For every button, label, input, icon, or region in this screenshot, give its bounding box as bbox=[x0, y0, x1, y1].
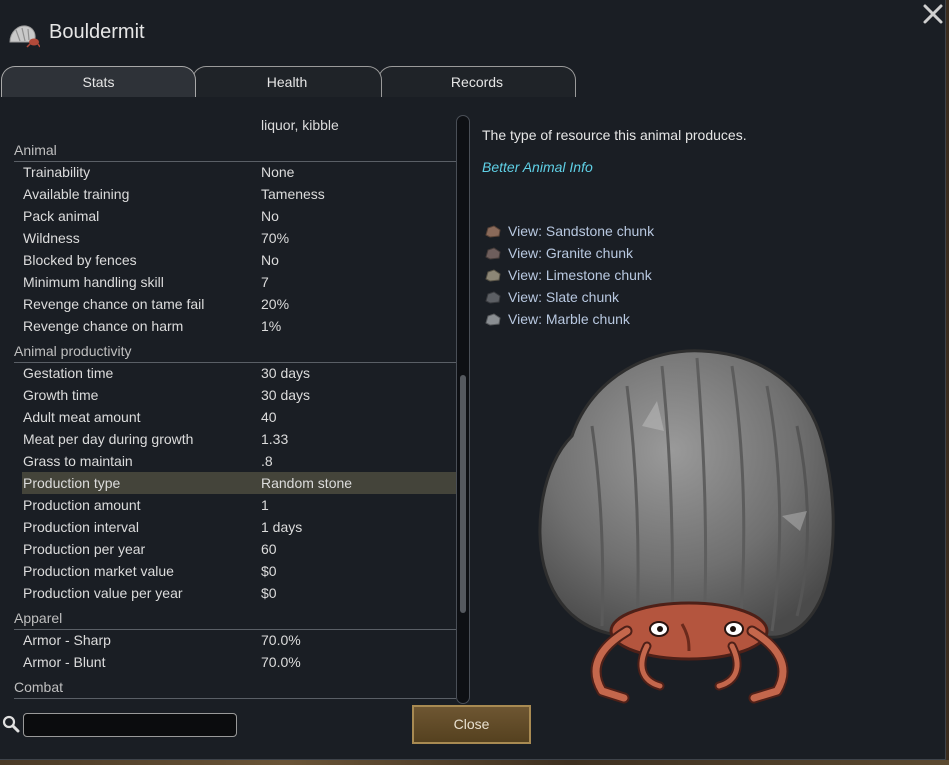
link-label: View: Sandstone chunk bbox=[508, 223, 655, 239]
stat-row[interactable]: Production market value $0 bbox=[22, 560, 456, 582]
tab-stats[interactable]: Stats bbox=[1, 66, 196, 97]
category-apparel: Apparel bbox=[14, 608, 456, 630]
link-label: View: Granite chunk bbox=[508, 245, 634, 261]
stat-label: Production interval bbox=[23, 519, 139, 535]
category-animal: Animal bbox=[14, 140, 456, 162]
stat-label: Adult meat amount bbox=[23, 409, 141, 425]
stat-value: 70.0% bbox=[261, 632, 301, 648]
tab-health[interactable]: Health bbox=[192, 66, 382, 97]
stat-value: Random stone bbox=[261, 475, 353, 491]
stat-label: Available training bbox=[23, 186, 130, 202]
stat-row[interactable]: Wildness 70% bbox=[22, 227, 456, 249]
stat-label: Production value per year bbox=[23, 585, 183, 601]
stat-row[interactable]: Grass to maintain .8 bbox=[22, 450, 456, 472]
stat-label: Gestation time bbox=[23, 365, 114, 381]
stat-label: Meat per day during growth bbox=[23, 431, 194, 447]
stat-value: 30 days bbox=[261, 387, 311, 403]
stat-row[interactable]: Production amount 1 bbox=[22, 494, 456, 516]
link-label: View: Slate chunk bbox=[508, 289, 620, 305]
window-title: Bouldermit bbox=[49, 21, 145, 43]
stat-row[interactable]: Production interval 1 days bbox=[22, 516, 456, 538]
stat-row[interactable]: Available training Tameness bbox=[22, 183, 456, 205]
stat-row[interactable]: Gestation time 30 days bbox=[22, 362, 456, 384]
bouldermit-icon bbox=[9, 25, 40, 48]
stat-value: $0 bbox=[261, 563, 277, 579]
stat-value: 1.33 bbox=[261, 431, 289, 447]
stat-label: Blocked by fences bbox=[23, 252, 137, 268]
marble-chunk-icon bbox=[485, 313, 501, 326]
stat-label: Armor - Blunt bbox=[23, 654, 106, 670]
stat-row[interactable]: Adult meat amount 40 bbox=[22, 406, 456, 428]
category-combat: Combat bbox=[14, 677, 456, 699]
stat-label: Production type bbox=[23, 475, 121, 491]
link-label: View: Limestone chunk bbox=[508, 267, 652, 283]
stat-value: Tameness bbox=[261, 186, 325, 202]
link-label: View: Marble chunk bbox=[508, 311, 630, 327]
stat-label: Production amount bbox=[23, 497, 141, 513]
scrollbar-thumb[interactable] bbox=[460, 375, 466, 613]
stat-row[interactable]: Revenge chance on harm 1% bbox=[22, 315, 456, 337]
stat-label: Growth time bbox=[23, 387, 99, 403]
slate-chunk-icon bbox=[485, 291, 501, 304]
stat-row[interactable]: Pack animal No bbox=[22, 205, 456, 227]
sandstone-chunk-icon bbox=[485, 225, 501, 238]
stat-row[interactable]: Meat per day during growth 1.33 bbox=[22, 428, 456, 450]
info-window: Bouldermit Stats Health Records liquor, … bbox=[0, 0, 946, 760]
tab-records[interactable]: Records bbox=[378, 66, 576, 97]
stat-value: 1 days bbox=[261, 519, 303, 535]
stat-value: None bbox=[261, 164, 295, 180]
stat-value: 7 bbox=[261, 274, 269, 290]
close-icon[interactable] bbox=[920, 1, 946, 27]
stat-row-selected[interactable]: Production type Random stone bbox=[22, 472, 456, 494]
stat-label: Wildness bbox=[23, 230, 80, 246]
stat-label: Revenge chance on harm bbox=[23, 318, 184, 334]
stat-value: .8 bbox=[261, 453, 273, 469]
stat-label: Grass to maintain bbox=[23, 453, 133, 469]
stat-label: Production per year bbox=[23, 541, 146, 557]
stat-label: Minimum handling skill bbox=[23, 274, 164, 290]
stat-value: $0 bbox=[261, 585, 277, 601]
stat-value: No bbox=[261, 252, 279, 268]
stat-value: 70.0% bbox=[261, 654, 301, 670]
search-input[interactable] bbox=[23, 713, 237, 737]
category-animal-productivity: Animal productivity bbox=[14, 341, 456, 363]
stat-row[interactable]: Armor - Sharp 70.0% bbox=[22, 629, 456, 651]
better-animal-info-link[interactable]: Better Animal Info bbox=[482, 159, 593, 175]
stat-label: Production market value bbox=[23, 563, 174, 579]
stat-row[interactable]: Growth time 30 days bbox=[22, 384, 456, 406]
stat-value: 60 bbox=[261, 541, 277, 557]
stat-row[interactable]: Production value per year $0 bbox=[22, 582, 456, 604]
stat-description: The type of resource this animal produce… bbox=[482, 127, 747, 143]
stat-value: 70% bbox=[261, 230, 290, 246]
partial-text: liquor, kibble bbox=[261, 117, 339, 133]
close-button[interactable]: Close bbox=[412, 705, 531, 744]
stat-value: 30 days bbox=[261, 365, 311, 381]
stat-label: Trainability bbox=[23, 164, 91, 180]
granite-chunk-icon bbox=[485, 247, 501, 260]
stat-label: Pack animal bbox=[23, 208, 100, 224]
stat-value: 1 bbox=[261, 497, 269, 513]
stat-value: 40 bbox=[261, 409, 277, 425]
stat-value: No bbox=[261, 208, 279, 224]
search-icon bbox=[2, 715, 20, 733]
stats-list[interactable]: liquor, kibble Animal Trainability None A… bbox=[0, 110, 458, 702]
stat-value: 20% bbox=[261, 296, 290, 312]
stat-label: Armor - Sharp bbox=[23, 632, 111, 648]
stat-row[interactable]: Blocked by fences No bbox=[22, 249, 456, 271]
stat-row[interactable]: Armor - Blunt 70.0% bbox=[22, 651, 456, 673]
stats-scrollbar[interactable] bbox=[456, 115, 470, 704]
stat-row[interactable]: Revenge chance on tame fail 20% bbox=[22, 293, 456, 315]
stat-label: Revenge chance on tame fail bbox=[23, 296, 205, 312]
limestone-chunk-icon bbox=[485, 269, 501, 282]
stat-row[interactable]: Trainability None bbox=[22, 161, 456, 183]
stat-value: 1% bbox=[261, 318, 282, 334]
stat-row[interactable]: Minimum handling skill 7 bbox=[22, 271, 456, 293]
bouldermit-portrait bbox=[538, 349, 835, 704]
background-strip bbox=[0, 760, 949, 765]
stat-row[interactable]: Production per year 60 bbox=[22, 538, 456, 560]
